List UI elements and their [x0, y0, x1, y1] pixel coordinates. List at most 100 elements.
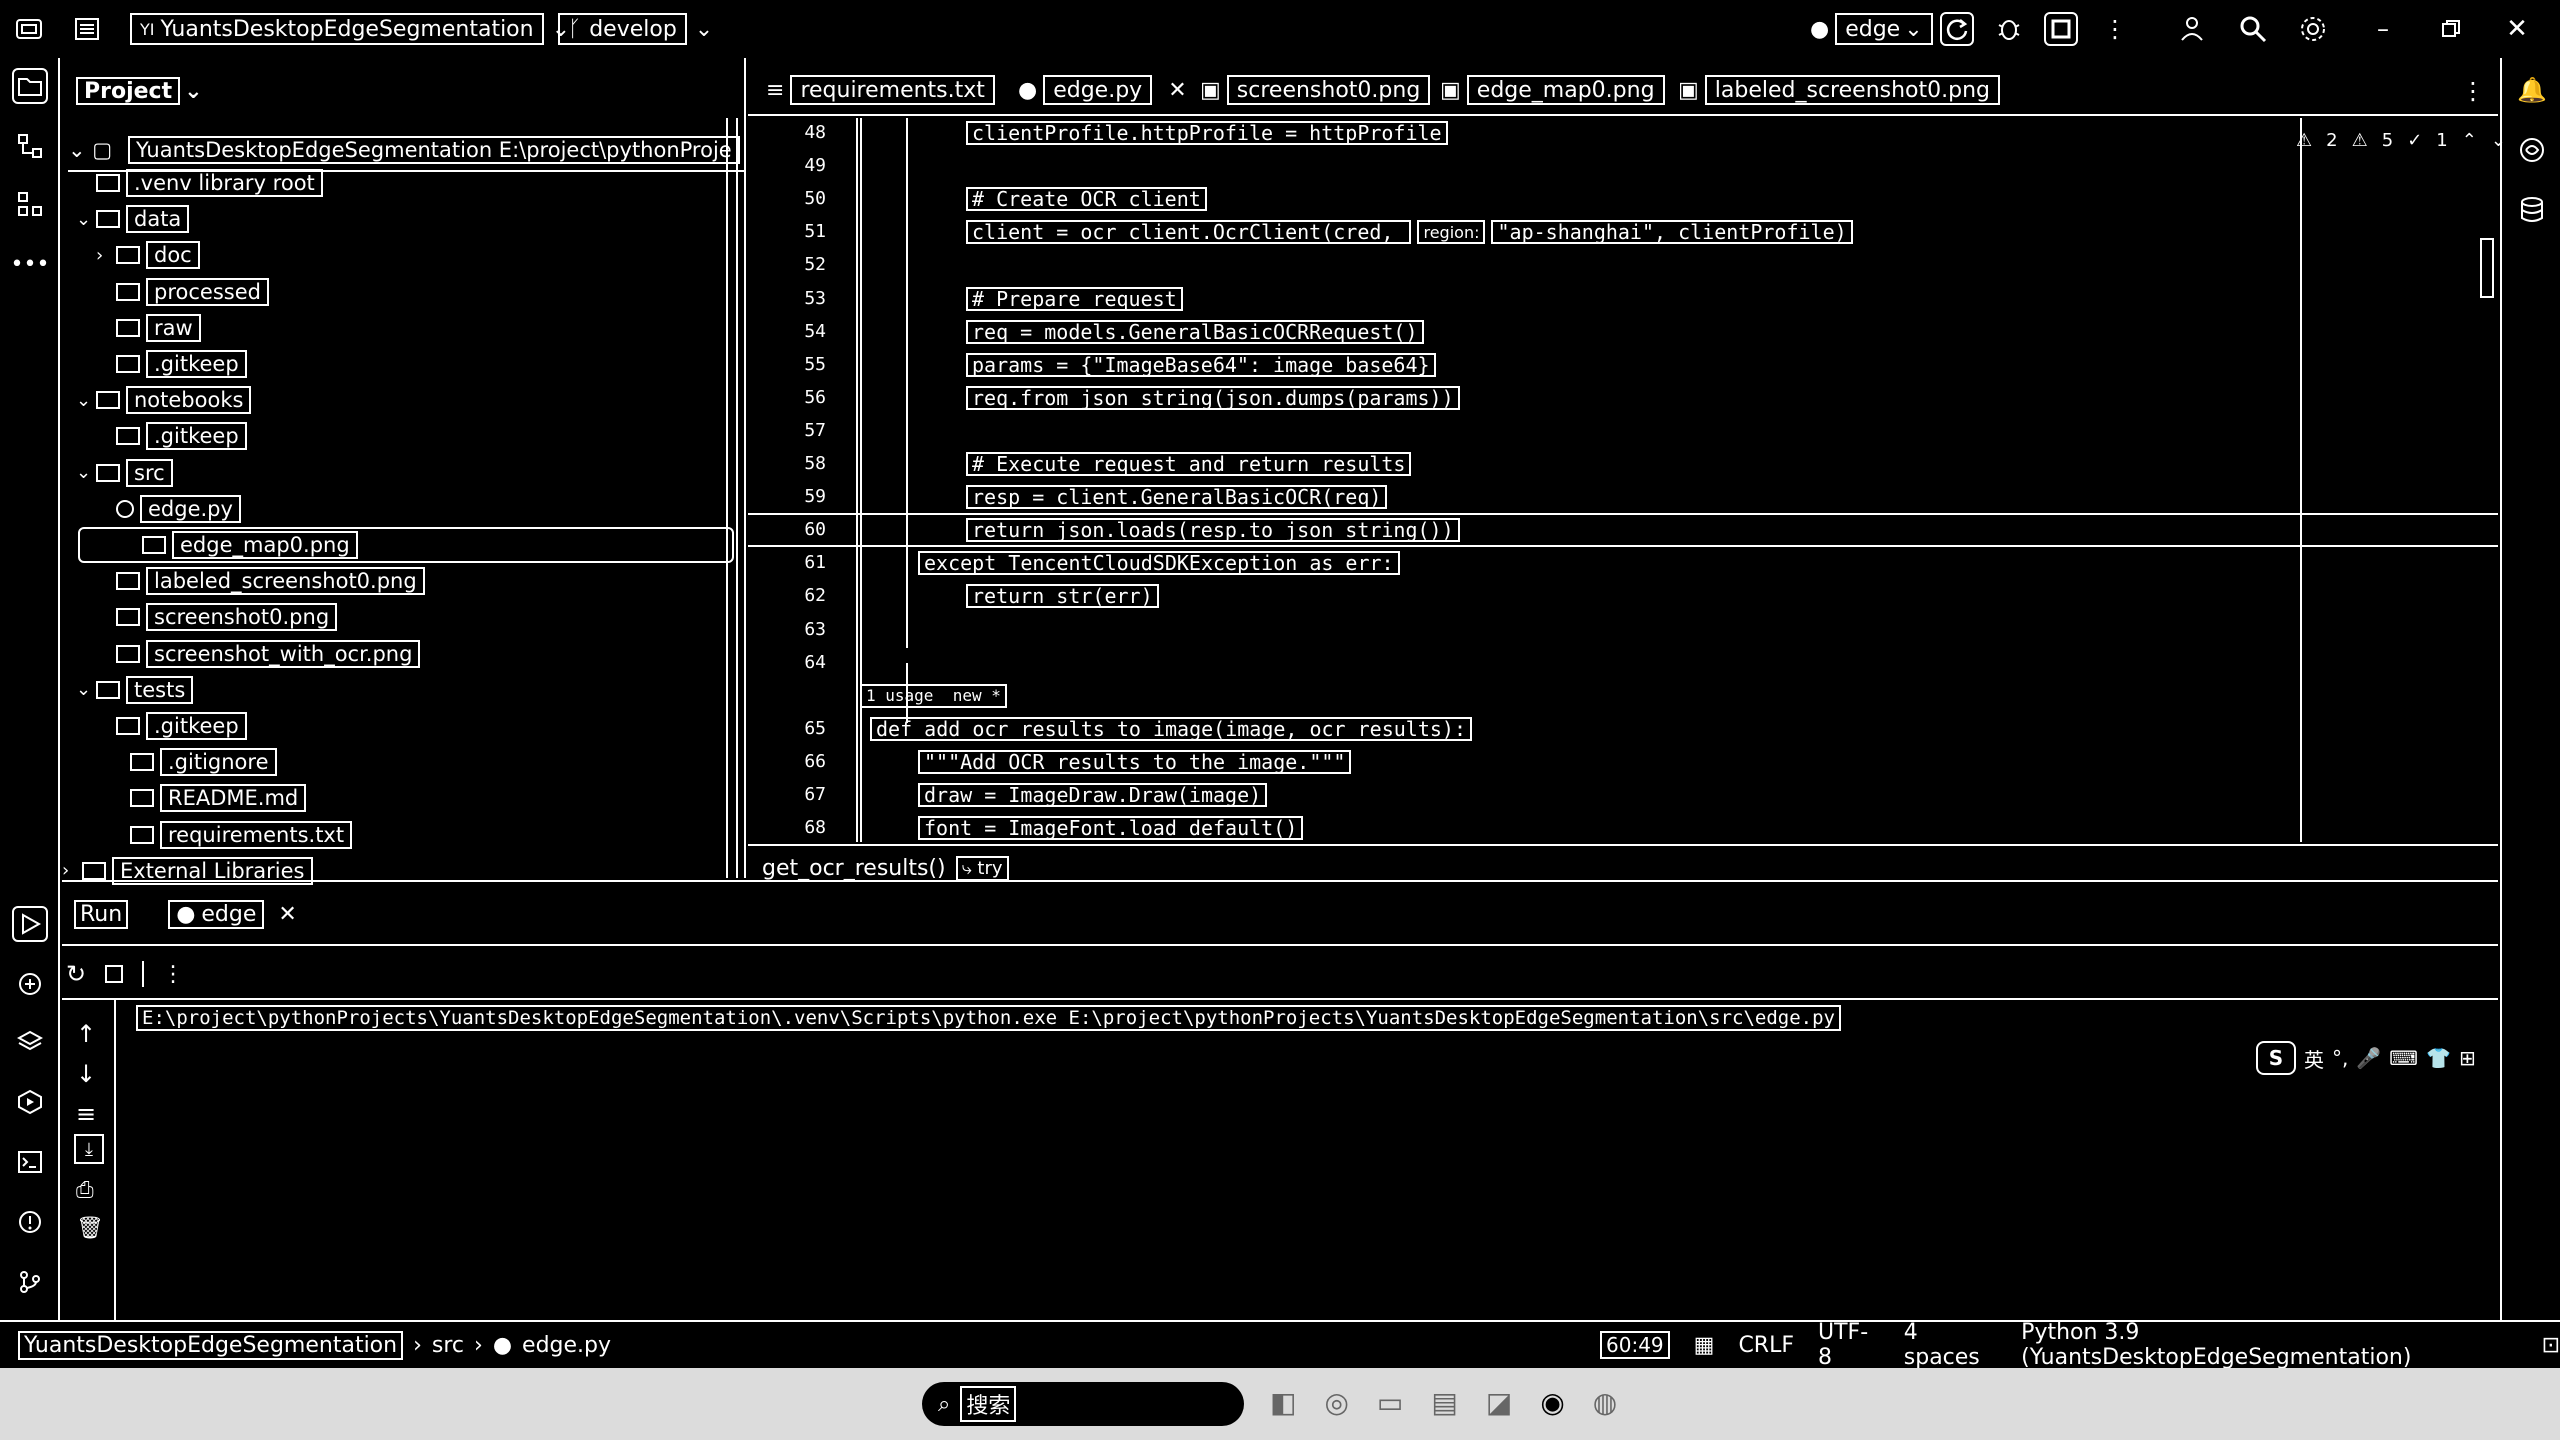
run-tab-edge[interactable]: ● edge ✕: [168, 899, 297, 929]
arrow-down-icon[interactable]: ↓: [76, 1060, 96, 1088]
run-config-selector[interactable]: ● edge ⌄: [1810, 12, 1933, 46]
debug-icon[interactable]: [1992, 12, 2026, 46]
memory-indicator-icon[interactable]: ▦: [1694, 1333, 1715, 1358]
editor-tab[interactable]: ▣ screenshot0.png: [1200, 74, 1431, 106]
editor-tab[interactable]: ▣ labeled_screenshot0.png: [1678, 74, 2000, 106]
rerun-icon[interactable]: [1940, 12, 1974, 46]
project-switcher[interactable]: YI YuantsDesktopEdgeSegmentation ⌄: [130, 12, 570, 46]
line-separator[interactable]: CRLF: [1738, 1333, 1794, 1358]
tree-item[interactable]: edge_map0.png: [78, 527, 734, 563]
inspection-widget[interactable]: ⚠ 2 ⚠ 5 ✓ 1 ⌃ ⌄: [2296, 130, 2506, 151]
app-icon[interactable]: ▭: [1377, 1386, 1403, 1419]
indent-setting[interactable]: 4 spaces: [1904, 1320, 1997, 1370]
app-icon[interactable]: ◎: [1324, 1386, 1348, 1419]
restore-icon[interactable]: [2434, 12, 2468, 46]
close-window-icon[interactable]: ✕: [2500, 12, 2534, 46]
tree-item[interactable]: .venv library root: [76, 168, 323, 198]
add-user-icon[interactable]: [2176, 12, 2210, 46]
arrow-up-icon[interactable]: ↑: [76, 1020, 96, 1048]
trash-icon[interactable]: 🗑: [76, 1216, 104, 1241]
more-vertical-icon[interactable]: ⋮: [162, 962, 184, 987]
tree-item[interactable]: .gitkeep: [96, 349, 247, 379]
ime-toolbar[interactable]: S 英 °, 🎤 ⌨ 👕 ⊞: [2256, 1040, 2498, 1076]
stop-icon[interactable]: [2044, 12, 2078, 46]
breadcrumb-project[interactable]: YuantsDesktopEdgeSegmentation: [18, 1330, 404, 1360]
tree-item[interactable]: ⌄ data: [76, 204, 190, 234]
database-icon[interactable]: [2516, 194, 2548, 226]
soft-wrap-icon[interactable]: ≡: [76, 1100, 96, 1128]
tab-actions-more-icon[interactable]: ⋮: [2458, 76, 2488, 106]
main-menu-icon[interactable]: [70, 12, 104, 46]
tree-item[interactable]: ⌄ src: [76, 458, 173, 488]
window-icon[interactable]: [12, 12, 46, 46]
taskbar-search[interactable]: ⌕ 搜索: [922, 1382, 1244, 1426]
breadcrumb-function[interactable]: get_ocr_results(): [762, 856, 946, 881]
search-icon[interactable]: [2236, 12, 2270, 46]
more-vertical-icon[interactable]: ⋮: [2098, 12, 2132, 46]
git-icon[interactable]: [12, 1264, 48, 1300]
app-icon[interactable]: ◧: [1270, 1386, 1296, 1419]
breadcrumb-file[interactable]: edge.py: [522, 1333, 611, 1358]
tree-item[interactable]: .gitkeep: [96, 711, 247, 741]
lock-icon[interactable]: ⊡: [2542, 1333, 2560, 1358]
chevron-up-icon[interactable]: ⌃: [2462, 130, 2477, 151]
problems-icon[interactable]: [12, 1204, 48, 1240]
python-packages-icon[interactable]: [12, 966, 48, 1002]
branch-switcher[interactable]: ᚴ develop ⌄: [558, 12, 713, 46]
app-icon[interactable]: ▤: [1431, 1386, 1457, 1419]
editor-tab[interactable]: ≡ requirements.txt: [766, 74, 995, 106]
print-icon[interactable]: ⎙: [76, 1178, 94, 1203]
tree-item[interactable]: › doc: [96, 240, 200, 270]
chevron-down-icon[interactable]: ⌄: [76, 462, 96, 483]
settings-gear-icon[interactable]: [2296, 12, 2330, 46]
chevron-down-icon[interactable]: ⌄: [76, 209, 96, 230]
layers-icon[interactable]: [12, 1024, 48, 1060]
chevron-right-icon[interactable]: ›: [96, 245, 116, 266]
code-editor[interactable]: 48 49 50 51 52 53 54 55 56 57 58 59 60 61 62 63 64 65 66 67…: [748, 118, 2506, 881]
chevron-down-icon[interactable]: ⌄: [76, 679, 96, 700]
chevron-down-icon[interactable]: ⌄: [76, 390, 96, 411]
app-icon[interactable]: ◪: [1486, 1386, 1512, 1419]
python-interpreter[interactable]: Python 3.9 (YuantsDesktopEdgeSegmentatio…: [2021, 1320, 2517, 1370]
navigation-breadcrumb[interactable]: YuantsDesktopEdgeSegmentation › src › ● …: [18, 1330, 611, 1360]
notifications-bell-icon[interactable]: 🔔: [2516, 74, 2548, 106]
tree-item[interactable]: ⌄ notebooks: [76, 385, 252, 415]
tree-item[interactable]: README.md: [110, 783, 307, 813]
project-folder-icon[interactable]: [12, 68, 48, 104]
terminal-icon[interactable]: [12, 1144, 48, 1180]
chevron-right-icon[interactable]: ›: [62, 860, 82, 881]
tree-item[interactable]: labeled_screenshot0.png: [96, 566, 425, 596]
stop-icon[interactable]: [104, 964, 124, 984]
tree-item[interactable]: .gitkeep: [96, 421, 247, 451]
breadcrumb-block[interactable]: ⤷ try: [955, 855, 1009, 881]
tree-item[interactable]: raw: [96, 313, 201, 343]
tree-item[interactable]: screenshot0.png: [96, 602, 338, 632]
rerun-icon[interactable]: ↻: [66, 960, 86, 988]
app-icon[interactable]: ◉: [1540, 1386, 1564, 1419]
close-tab-icon[interactable]: ✕: [1168, 78, 1186, 103]
breadcrumb-src[interactable]: src: [432, 1333, 464, 1358]
project-scrollbar[interactable]: [726, 118, 738, 878]
project-view-selector[interactable]: Project ⌄: [76, 76, 203, 106]
run-tool-icon[interactable]: [12, 906, 48, 942]
services-icon[interactable]: [12, 1084, 48, 1120]
structure-icon[interactable]: [12, 128, 48, 164]
inlay-usage-hint[interactable]: 1 usage new *: [860, 683, 1007, 709]
editor-tab[interactable]: ▣ edge_map0.png: [1440, 74, 1665, 106]
minimize-icon[interactable]: –: [2366, 12, 2400, 46]
hierarchy-icon[interactable]: [12, 186, 48, 222]
editor-tab[interactable]: ● edge.py ✕: [1018, 74, 1187, 106]
tree-item[interactable]: .gitignore: [110, 747, 277, 777]
close-tab-icon[interactable]: ✕: [278, 902, 296, 927]
editor-scrollbar-thumb[interactable]: [2480, 238, 2494, 298]
ai-assistant-icon[interactable]: [2516, 134, 2548, 166]
tree-item[interactable]: requirements.txt: [110, 820, 353, 850]
tree-item[interactable]: ⌄ tests: [76, 675, 194, 705]
file-encoding[interactable]: UTF-8: [1818, 1320, 1880, 1370]
more-tools-icon[interactable]: •••: [11, 246, 50, 282]
tree-item[interactable]: edge.py: [96, 494, 241, 524]
app-icon[interactable]: ◍: [1593, 1386, 1617, 1419]
tree-item[interactable]: screenshot_with_ocr.png: [96, 639, 421, 669]
caret-position[interactable]: 60:49: [1600, 1331, 1670, 1359]
scroll-to-end-icon[interactable]: ⤓: [74, 1134, 104, 1164]
